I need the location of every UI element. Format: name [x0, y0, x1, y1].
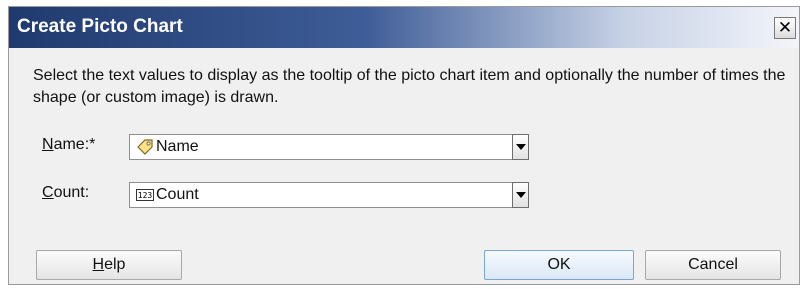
close-icon: ✕: [777, 18, 793, 37]
chevron-down-icon[interactable]: [512, 134, 529, 160]
help-button[interactable]: Help: [36, 250, 182, 280]
cancel-button[interactable]: Cancel: [645, 250, 781, 280]
name-label-rest: ame:*: [53, 136, 96, 153]
dialog-titlebar[interactable]: Create Picto Chart ✕: [9, 7, 799, 48]
count-combobox[interactable]: 123 Count: [129, 182, 529, 208]
chevron-down-icon[interactable]: [512, 182, 529, 208]
name-combobox[interactable]: Name: [129, 134, 529, 160]
count-label: Count:: [42, 184, 89, 202]
count-combobox-value: Count: [156, 186, 199, 203]
dialog-title: Create Picto Chart: [17, 16, 183, 37]
close-button[interactable]: ✕: [774, 17, 796, 39]
count-label-rest: ount:: [53, 184, 90, 201]
count-label-mnemonic: C: [42, 184, 54, 201]
name-label-mnemonic: N: [42, 136, 54, 153]
create-picto-chart-dialog: Create Picto Chart ✕ Select the text val…: [8, 6, 800, 285]
help-mnemonic: H: [92, 256, 105, 273]
name-combobox-value: Name: [156, 138, 199, 155]
svg-text:123: 123: [138, 191, 153, 200]
instructions-text: Select the text values to display as the…: [33, 67, 786, 106]
name-label: Name:*: [42, 136, 95, 154]
numeric-123-icon: 123: [135, 185, 155, 205]
tag-icon: [135, 137, 155, 157]
help-label-rest: elp: [104, 256, 126, 273]
ok-button[interactable]: OK: [484, 250, 634, 280]
